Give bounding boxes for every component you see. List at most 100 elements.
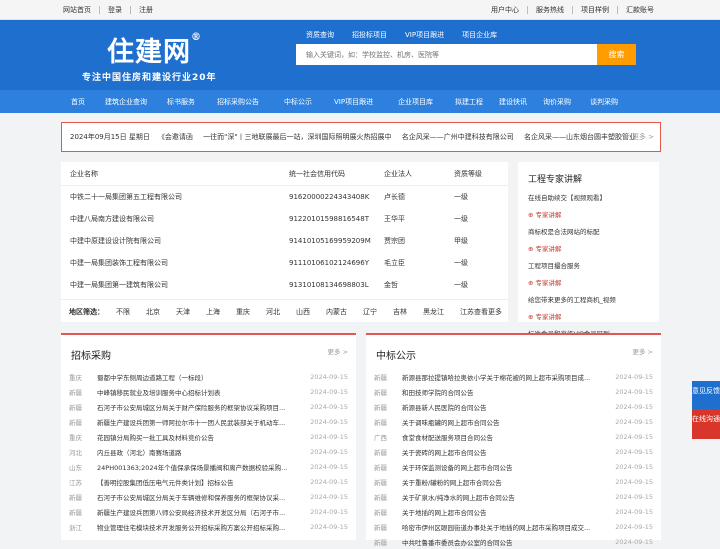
bidding-more-link[interactable]: 更多 > [327,346,348,356]
list-item[interactable]: 新疆 关于瓷砖的网上超市合同公告 2024-09-15 [366,444,661,459]
list-item[interactable]: 新疆 哈密市伊州区眼园街道办事处关于地插的网上超市采购项目成交... 2024-09… [366,519,661,534]
ticker-item[interactable]: 《会邀请函 [158,133,193,141]
hotline-link[interactable]: 服务热线 [536,5,564,15]
list-title[interactable]: 食堂食材配送服务项目合同公告 [402,432,611,442]
home-link[interactable]: 网站首页 [63,5,91,15]
search-input[interactable] [296,44,597,65]
expert-item[interactable]: 给您带来更多的工程商机_视频 [528,294,649,304]
online-chat-button[interactable]: 在线沟通 [692,409,720,439]
login-link[interactable]: 登录 [108,5,122,15]
list-item[interactable]: 江苏 【善明控股集团低压电气元件类计划】招标公告 2024-09-15 [61,474,356,489]
list-item[interactable]: 新疆 关于矿泉水/纯净水的网上超市合同公告 2024-09-15 [366,489,661,504]
list-title[interactable]: 关于调味瓶罐的网上超市合同公告 [402,417,611,427]
list-title[interactable]: 蜀都中学东侧周边道路工程（一标段） [97,372,306,382]
list-item[interactable]: 新疆 新源县新人民医院的合同公告 2024-09-15 [366,399,661,414]
list-item[interactable]: 新疆 石河子市公安局城区分局关于财产保险服务的框架协议采购项目... 2024-09… [61,399,356,414]
region-option[interactable]: 北京 [146,307,160,317]
list-item[interactable]: 新疆 关于调味瓶罐的网上超市合同公告 2024-09-15 [366,414,661,429]
list-item[interactable]: 河北 内丘县政（河北）南赛场道路 2024-09-15 [61,444,356,459]
list-item[interactable]: 浙江 物业管理住宅模块技术开发服务公开招标采购方案公开招标采购... 2024-09… [61,519,356,534]
region-option[interactable]: 重庆 [236,307,250,317]
region-option[interactable]: 上海 [206,307,220,317]
ticker-item[interactable]: 名企风采——山东烟台圆丰塑胶管业 [524,133,636,141]
list-title[interactable]: 新疆生产建设兵团第八师公安局经济技术开发区分局（石河子市... [97,507,306,517]
ticker-more-link[interactable]: 更多 > [632,132,654,142]
list-title[interactable]: 【善明控股集团低压电气元件类计划】招标公告 [97,477,306,487]
table-row[interactable]: 中建一局集团装饰工程有限公司 91110106102124696Y 毛立臣 一级 [61,252,508,274]
nav-item[interactable]: 企业项目库 [398,97,455,107]
list-item[interactable]: 新疆 关于重粉/罐粉的网上超市合同公告 2024-09-15 [366,474,661,489]
region-more-link[interactable]: 查看更多 [474,307,502,317]
region-option[interactable]: 江苏 [460,307,474,317]
list-title[interactable]: 内丘县政（河北）南赛场道路 [97,447,306,457]
list-item[interactable]: 新疆 新源县那拉提镇哈拉奥依小学关于棉花被的网上超市采购项目成... 2024-09… [366,369,661,384]
nav-item[interactable]: 建筑企业查询 [105,97,167,107]
list-item[interactable]: 新疆 中峰镇移民就业及培训服务中心招标计划表 2024-09-15 [61,384,356,399]
list-title[interactable]: 新源县新人民医院的合同公告 [402,402,611,412]
table-row[interactable]: 中建中原建设设计院有限公司 91410105169959209M 贾宗团 甲级 [61,230,508,252]
search-button[interactable]: 搜索 [597,44,636,65]
region-option[interactable]: 天津 [176,307,190,317]
list-item[interactable]: 新疆 新疆生产建设兵团第八师公安局经济技术开发区分局（石河子市... 2024-09… [61,504,356,519]
nav-item[interactable]: VIP项目跟进 [334,97,398,107]
tab-vip[interactable]: VIP项目跟进 [405,30,444,40]
nav-item[interactable]: 谈判采购 [590,97,630,107]
expert-item[interactable]: 工程项目撮合服务 [528,260,649,270]
tab-qualification[interactable]: 资质查询 [306,30,334,40]
table-row[interactable]: 中建一局集团第一建筑有限公司 91310108134698803L 金哲 一级 [61,274,508,296]
region-option[interactable]: 辽宁 [363,307,377,317]
list-title[interactable]: 花园镇分局购买一批工具及材料竞价公告 [97,432,306,442]
nav-item[interactable]: 首页 [71,97,105,107]
list-title[interactable]: 24PH001363;2024年个值保承保场景播阀和离产数据校验采购... [97,462,306,472]
list-title[interactable]: 和田技师学院的合同公告 [402,387,611,397]
region-option[interactable]: 山西 [296,307,310,317]
expert-item[interactable]: 在线自助续交【视频观看】 [528,192,649,202]
remit-link[interactable]: 汇款账号 [626,5,654,15]
list-title[interactable]: 石河子市公安局城区分局关于车辆维修和保养服务的框架协议采... [97,492,306,502]
list-title[interactable]: 新源县那拉提镇哈拉奥依小学关于棉花被的网上超市采购项目成... [402,372,611,382]
feedback-button[interactable]: 意见反馈 [692,381,720,411]
list-title[interactable]: 中峰镇移民就业及培训服务中心招标计划表 [97,387,306,397]
nav-item[interactable]: 标书服务 [167,97,217,107]
list-item[interactable]: 山东 24PH001363;2024年个值保承保场景播阀和离产数据校验采购... 2… [61,459,356,474]
list-title[interactable]: 新疆生产建设兵团第一师阿拉尔市十一团人民武装部关于机动车... [97,417,306,427]
user-center-link[interactable]: 用户中心 [491,5,519,15]
region-option[interactable]: 吉林 [393,307,407,317]
region-option[interactable]: 内蒙古 [326,307,347,317]
list-title[interactable]: 哈密市伊州区眼园街道办事处关于地插的网上超市采购项目成交... [402,522,611,532]
site-logo[interactable]: 住建网® [107,30,202,69]
award-more-link[interactable]: 更多 > [632,346,653,356]
region-option[interactable]: 黑龙江 [423,307,444,317]
list-item[interactable]: 新疆 关于地插的网上超市合同公告 2024-09-15 [366,504,661,519]
region-option[interactable]: 不限 [116,307,130,317]
list-item[interactable]: 新疆 新疆生产建设兵团第一师阿拉尔市十一团人民武装部关于机动车... 2024-09… [61,414,356,429]
list-item[interactable]: 新疆 中共吐鲁番市委员会办公室的合同公告 2024-09-15 [366,534,661,549]
list-title[interactable]: 物业管理住宅模块技术开发服务公开招标采购方案公开招标采购... [97,522,306,532]
list-title[interactable]: 关于瓷砖的网上超市合同公告 [402,447,611,457]
list-title[interactable]: 关于重粉/罐粉的网上超市合同公告 [402,477,611,487]
nav-item[interactable]: 建设快讯 [499,97,543,107]
table-row[interactable]: 中铁二十一局集团第五工程有限公司 91620000224343408K 卢长德 一级 [61,186,508,208]
ticker-item[interactable]: 名企风采——广州中建科技有限公司 [402,133,514,141]
list-title[interactable]: 关于地插的网上超市合同公告 [402,507,611,517]
list-title[interactable]: 关于环保监测设备的网上超市合同公告 [402,462,611,472]
expert-item[interactable]: 商标权是合法网站的标配 [528,226,649,236]
nav-item[interactable]: 询价采购 [543,97,590,107]
tab-enterprise[interactable]: 项目企业库 [462,30,497,40]
tab-bidding[interactable]: 招投标项目 [352,30,387,40]
list-item[interactable]: 新疆 关于环保监测设备的网上超市合同公告 2024-09-15 [366,459,661,474]
list-title[interactable]: 中共吐鲁番市委员会办公室的合同公告 [402,537,611,547]
list-title[interactable]: 关于矿泉水/纯净水的网上超市合同公告 [402,492,611,502]
nav-item[interactable]: 招标采购公告 [217,97,284,107]
samples-link[interactable]: 项目样例 [581,5,609,15]
list-item[interactable]: 新疆 石河子市公安局城区分局关于车辆维修和保养服务的框架协议采... 2024-09… [61,489,356,504]
list-title[interactable]: 石河子市公安局城区分局关于财产保险服务的框架协议采购项目... [97,402,306,412]
register-link[interactable]: 注册 [139,5,153,15]
nav-item[interactable]: 中标公示 [284,97,334,107]
nav-item[interactable]: 拟建工程 [455,97,499,107]
list-item[interactable]: 重庆 花园镇分局购买一批工具及材料竞价公告 2024-09-15 [61,429,356,444]
region-option[interactable]: 河北 [266,307,280,317]
ticker-item[interactable]: 一往而"深"丨三地联展最后一站，深圳国际照明展火热招展中 [203,133,391,141]
list-item[interactable]: 重庆 蜀都中学东侧周边道路工程（一标段） 2024-09-15 [61,369,356,384]
list-item[interactable]: 新疆 和田技师学院的合同公告 2024-09-15 [366,384,661,399]
